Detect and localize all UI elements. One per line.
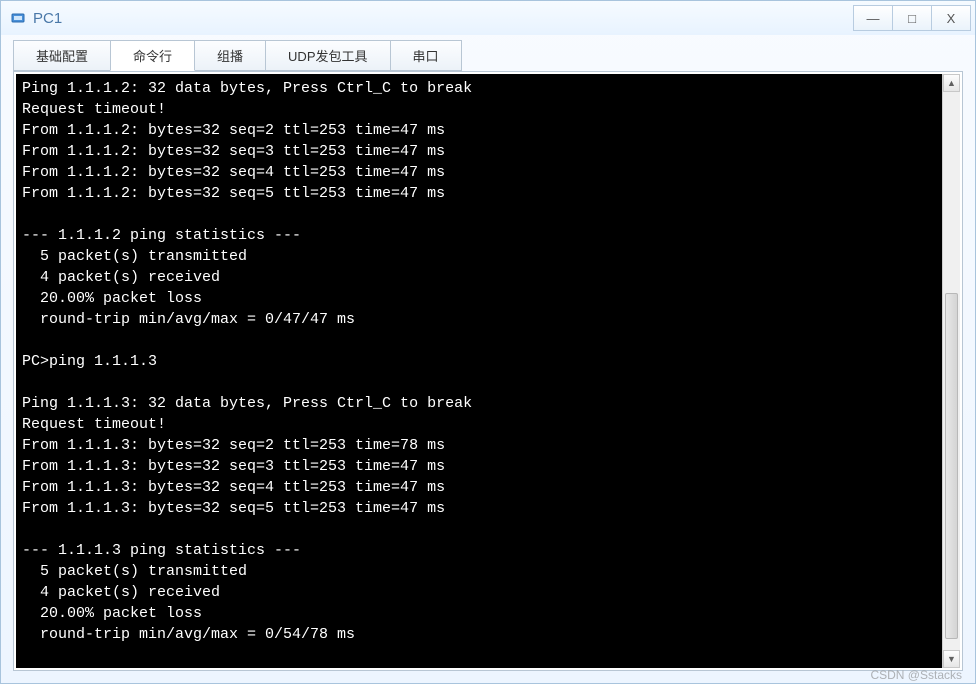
close-button[interactable]: X [931, 5, 971, 31]
window-title: PC1 [33, 10, 853, 27]
tab-basic-config[interactable]: 基础配置 [13, 40, 111, 71]
app-icon [9, 9, 27, 27]
minimize-button[interactable]: — [853, 5, 893, 31]
scroll-thumb[interactable] [945, 293, 958, 639]
content-area: Ping 1.1.1.2: 32 data bytes, Press Ctrl_… [1, 71, 975, 683]
terminal-frame: Ping 1.1.1.2: 32 data bytes, Press Ctrl_… [13, 71, 963, 671]
scroll-down-arrow-icon[interactable]: ▼ [943, 650, 960, 668]
tabbar: 基础配置 命令行 组播 UDP发包工具 串口 [1, 35, 975, 71]
titlebar[interactable]: PC1 — □ X [1, 1, 975, 35]
app-window: PC1 — □ X 基础配置 命令行 组播 UDP发包工具 串口 Ping 1.… [0, 0, 976, 684]
maximize-button[interactable]: □ [892, 5, 932, 31]
tab-multicast[interactable]: 组播 [194, 40, 266, 71]
tab-serial[interactable]: 串口 [390, 40, 462, 71]
tab-command-line[interactable]: 命令行 [110, 40, 195, 71]
window-controls: — □ X [853, 5, 971, 31]
vertical-scrollbar[interactable]: ▲ ▼ [942, 74, 960, 668]
terminal-output[interactable]: Ping 1.1.1.2: 32 data bytes, Press Ctrl_… [16, 74, 942, 668]
scroll-track[interactable] [943, 92, 960, 650]
scroll-up-arrow-icon[interactable]: ▲ [943, 74, 960, 92]
tab-udp-packet-tool[interactable]: UDP发包工具 [265, 40, 390, 71]
